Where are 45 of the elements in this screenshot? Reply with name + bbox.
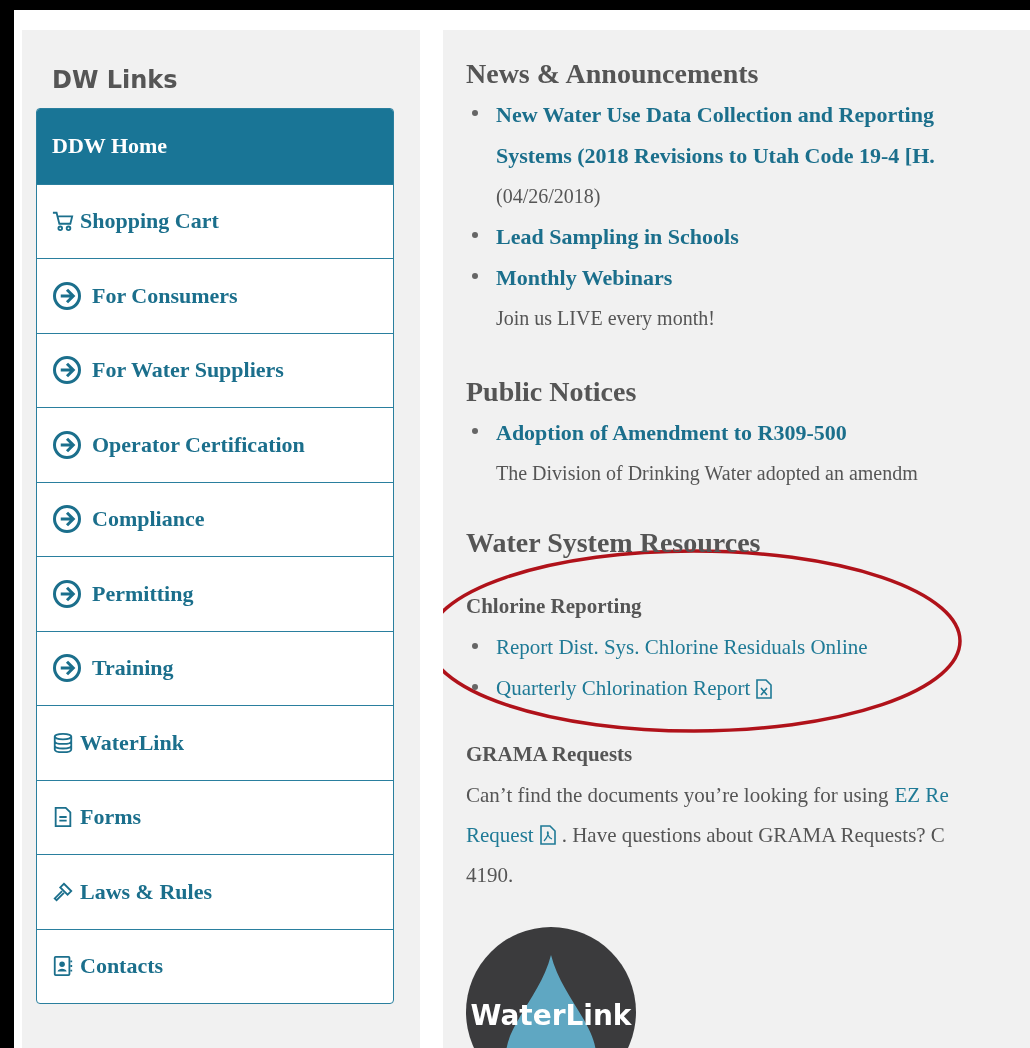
sidebar-heading: DW Links — [52, 66, 179, 94]
gavel-icon — [52, 880, 74, 903]
sidebar-item[interactable]: Permitting — [37, 556, 393, 631]
sidebar-item[interactable]: For Consumers — [37, 258, 393, 333]
ez-request-link[interactable]: EZ Re — [894, 775, 949, 815]
sidebar-item[interactable]: Contacts — [37, 928, 393, 1003]
arrow-circle-icon — [52, 429, 82, 460]
arrow-circle-icon — [52, 355, 82, 386]
arrow-circle-icon — [52, 653, 82, 684]
report-link[interactable]: Report Dist. Sys. Chlorine Residuals Online — [496, 627, 868, 668]
news-note: (04/26/2018) — [496, 184, 601, 210]
notice-link[interactable]: Adoption of Amendment to R309-500 — [496, 412, 847, 453]
spreadsheet-file-icon — [756, 678, 773, 699]
notice-text: The Division of Drinking Water adopted an amendm — [496, 461, 918, 487]
sidebar-item[interactable]: WaterLink — [37, 705, 393, 780]
arrow-circle-icon — [52, 578, 82, 609]
news-link[interactable]: Systems (2018 Revisions to Utah Code 19-4 [H. — [496, 135, 935, 176]
sidebar-item[interactable]: Compliance — [37, 481, 393, 556]
section-heading: News & Announcements — [466, 58, 760, 90]
news-link[interactable]: New Water Use Data Collection and Reporting — [496, 94, 934, 135]
news-link[interactable]: Lead Sampling in Schools — [496, 216, 739, 257]
request-link[interactable]: Request — [466, 815, 534, 855]
sidebar-item[interactable]: Operator Certification — [37, 407, 393, 482]
sidebar-item[interactable]: Forms — [37, 779, 393, 854]
paragraph-text: Can’t find the documents you’re looking for using — [466, 782, 889, 809]
subsection-heading: Chlorine Reporting — [466, 594, 643, 619]
document-icon — [52, 806, 74, 829]
section-heading: Public Notices — [466, 376, 638, 408]
cart-icon — [52, 210, 74, 233]
paragraph-text: 4190. — [466, 862, 514, 889]
paragraph-text: . Have questions about GRAMA Requests? C — [561, 822, 945, 849]
news-note: Join us LIVE every month! — [496, 306, 715, 332]
sidebar-item[interactable]: DDW Home — [37, 109, 393, 184]
sidebar-item[interactable]: Training — [37, 630, 393, 705]
sidebar-item[interactable]: For Water Suppliers — [37, 332, 393, 407]
subsection-heading: GRAMA Requests — [466, 742, 634, 767]
sidebar-item[interactable]: Laws & Rules — [37, 854, 393, 929]
sidebar-item[interactable]: Shopping Cart — [37, 183, 393, 258]
arrow-circle-icon — [52, 280, 82, 311]
contact-card-icon — [52, 955, 74, 978]
pdf-file-icon — [539, 825, 556, 845]
news-link[interactable]: Monthly Webinars — [496, 257, 673, 298]
report-link[interactable]: Quarterly Chlorination Report — [496, 668, 751, 709]
database-icon — [52, 731, 74, 754]
arrow-circle-icon — [52, 504, 82, 535]
